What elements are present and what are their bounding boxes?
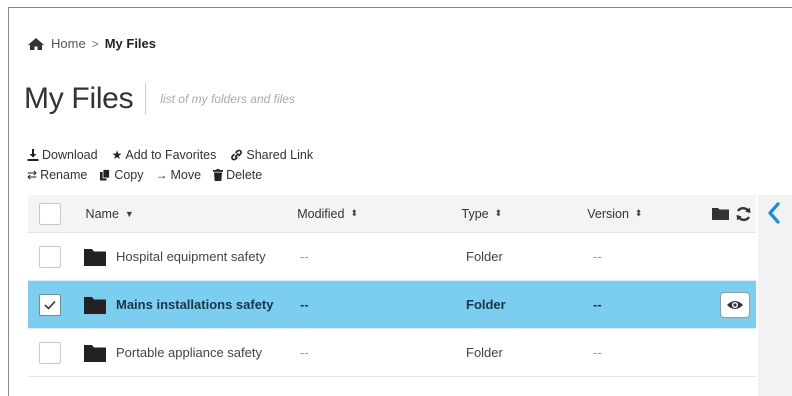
actions-toolbar-row2: ⇄ Rename Copy → Move Delete: [27, 168, 274, 182]
table-header: Name ▼ Modified ⬍ Type ⬍ Version ⬍: [28, 195, 756, 233]
modified-cell: --: [300, 249, 309, 264]
version-cell: --: [593, 297, 602, 312]
select-all-checkbox[interactable]: [38, 202, 61, 225]
name-cell: Mains installations safety: [72, 296, 299, 314]
header-tools: [706, 206, 756, 222]
move-button[interactable]: → Move: [156, 168, 202, 182]
eye-icon: [727, 300, 743, 309]
version-cell: --: [593, 249, 602, 264]
actions-toolbar-row1: Download ★ Add to Favorites Shared Link: [27, 148, 327, 162]
sort-desc-icon: ▼: [124, 208, 134, 219]
table-row[interactable]: Hospital equipment safety -- Folder --: [28, 233, 756, 281]
trash-icon: [213, 169, 224, 181]
title-divider: [145, 83, 147, 115]
preview-button[interactable]: [720, 291, 750, 318]
rename-button[interactable]: ⇄ Rename: [27, 168, 87, 182]
column-header-type[interactable]: Type ⬍: [462, 207, 588, 221]
row-select-cell: [28, 245, 72, 268]
download-button[interactable]: Download: [27, 148, 98, 162]
type-cell: Folder: [466, 249, 503, 264]
download-icon: [27, 149, 39, 161]
name-cell: Hospital equipment safety: [72, 248, 299, 266]
breadcrumb-home-link[interactable]: Home: [51, 36, 86, 51]
sort-icon: ⬍: [494, 208, 503, 218]
refresh-icon[interactable]: [735, 206, 752, 222]
folder-icon: [84, 248, 106, 266]
file-name[interactable]: Portable appliance safety: [116, 345, 262, 360]
page-subtitle: list of my folders and files: [160, 92, 295, 106]
delete-label: Delete: [226, 168, 263, 182]
column-version-label: Version: [587, 206, 629, 221]
file-name[interactable]: Hospital equipment safety: [116, 249, 266, 264]
row-checkbox-checked[interactable]: [39, 293, 61, 316]
row-select-cell: [28, 293, 72, 316]
shared-link-label: Shared Link: [246, 148, 314, 162]
row-tools: [713, 291, 756, 318]
sort-icon: ⬍: [350, 208, 359, 218]
move-label: Move: [170, 168, 202, 182]
type-cell: Folder: [466, 297, 506, 312]
column-header-name[interactable]: Name ▼: [72, 207, 297, 221]
column-header-modified[interactable]: Modified ⬍: [296, 207, 461, 221]
column-modified-label: Modified: [297, 206, 345, 221]
select-all-cell: [28, 202, 72, 225]
breadcrumb: Home > My Files: [27, 36, 156, 51]
table-row[interactable]: Portable appliance safety -- Folder --: [28, 329, 756, 377]
shared-link-button[interactable]: Shared Link: [230, 148, 313, 162]
home-icon[interactable]: [27, 37, 45, 51]
side-panel: [758, 195, 792, 396]
title-row: My Files list of my folders and files: [24, 82, 295, 116]
copy-label: Copy: [114, 168, 144, 182]
row-checkbox[interactable]: [39, 245, 61, 268]
column-type-label: Type: [461, 206, 489, 221]
modified-cell: --: [300, 345, 309, 360]
column-name-label: Name: [85, 206, 119, 221]
sort-icon: ⬍: [634, 208, 643, 218]
chevron-left-icon[interactable]: [767, 202, 781, 224]
column-header-version[interactable]: Version ⬍: [587, 207, 706, 221]
checkmark-icon: [44, 300, 56, 310]
rename-label: Rename: [40, 168, 88, 182]
folder-icon[interactable]: [711, 207, 729, 220]
row-select-cell: [28, 341, 72, 364]
arrow-right-icon: →: [155, 168, 168, 182]
rename-arrows-icon: ⇄: [27, 168, 38, 182]
type-cell: Folder: [466, 345, 503, 360]
link-icon: [231, 149, 243, 161]
breadcrumb-separator: >: [91, 36, 99, 51]
folder-icon: [84, 344, 106, 362]
page-title: My Files: [24, 82, 134, 115]
copy-button[interactable]: Copy: [99, 168, 144, 182]
add-to-favorites-button[interactable]: ★ Add to Favorites: [112, 148, 217, 162]
download-label: Download: [42, 148, 98, 162]
modified-cell: --: [300, 297, 309, 312]
folder-icon: [84, 296, 106, 314]
delete-button[interactable]: Delete: [213, 168, 262, 182]
row-checkbox[interactable]: [39, 341, 61, 364]
version-cell: --: [593, 345, 602, 360]
add-to-favorites-label: Add to Favorites: [125, 148, 217, 162]
files-table: Name ▼ Modified ⬍ Type ⬍ Version ⬍ Hospi…: [28, 195, 756, 377]
table-row-selected[interactable]: Mains installations safety -- Folder --: [28, 281, 756, 329]
name-cell: Portable appliance safety: [72, 344, 299, 362]
copy-icon: [100, 169, 111, 181]
breadcrumb-current: My Files: [104, 36, 156, 51]
file-name[interactable]: Mains installations safety: [116, 297, 274, 312]
star-icon: ★: [111, 148, 123, 162]
